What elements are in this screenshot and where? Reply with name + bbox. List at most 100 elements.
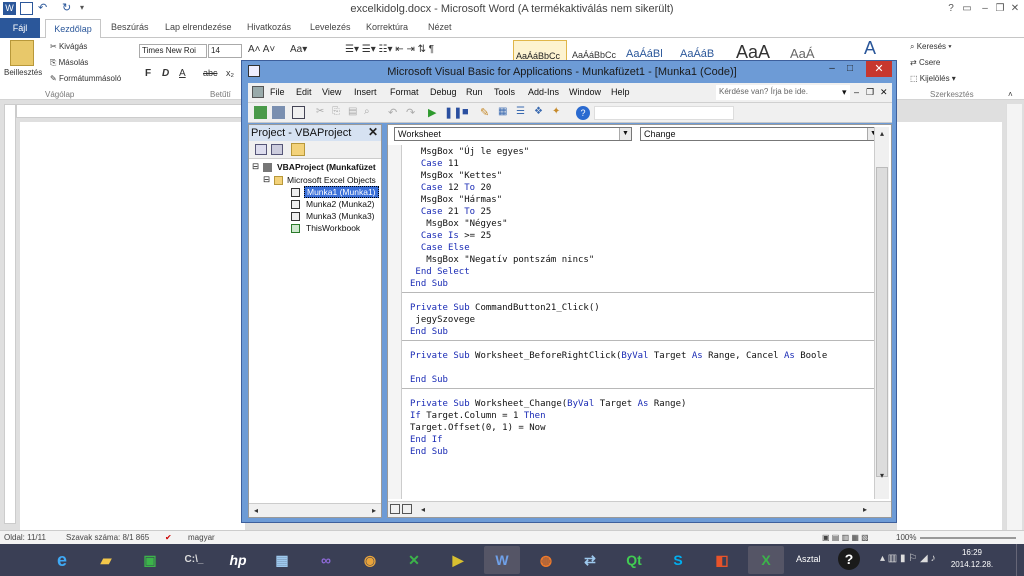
xamarin-icon[interactable]: ✕ — [396, 546, 432, 574]
undo-icon[interactable]: ↶ — [388, 106, 401, 119]
code-line[interactable]: MsgBox "Négyes" — [410, 219, 507, 231]
object-combo[interactable]: Worksheet ▼ — [394, 127, 632, 141]
font-size-combo[interactable]: 14 — [208, 44, 242, 58]
vba-minimize-button[interactable]: – — [824, 63, 840, 74]
code-line[interactable]: Private Sub Worksheet_BeforeRightClick(B… — [410, 351, 827, 363]
code-minimize-button[interactable]: – — [854, 87, 859, 97]
tab-mailings[interactable]: Levelezés — [310, 22, 351, 32]
explorer-icon[interactable]: ▰ — [88, 546, 124, 574]
replace-button[interactable]: ⇄ Csere — [910, 58, 940, 67]
view-excel-icon[interactable] — [254, 106, 267, 119]
media-icon[interactable]: ▶ — [440, 546, 476, 574]
vba-maximize-button[interactable]: □ — [842, 63, 858, 74]
toggle-folders-icon[interactable] — [291, 143, 305, 156]
tree-vbaproject[interactable]: VBAProject (Munkafüzet — [277, 162, 376, 172]
word-vertical-scrollbar[interactable] — [1006, 104, 1022, 530]
toolbox-icon[interactable]: ✦ — [552, 106, 565, 119]
document-page[interactable] — [20, 122, 245, 532]
code-line[interactable]: MsgBox "Új le egyes" — [410, 147, 529, 159]
tree-item-munka1[interactable]: Munka1 (Munka1) — [304, 186, 379, 198]
run-icon[interactable]: ▶ — [428, 106, 441, 119]
font-name-combo[interactable]: Times New Roi — [139, 44, 207, 58]
zoom-slider[interactable] — [920, 537, 1016, 539]
code-line[interactable]: MsgBox "Kettes" — [410, 171, 502, 183]
skype-icon[interactable]: S — [660, 546, 696, 574]
cut-icon[interactable]: ✂ — [316, 106, 329, 119]
subscript-icon[interactable]: x₂ — [226, 68, 234, 78]
help-icon[interactable]: ? — [576, 106, 590, 120]
view-code-icon[interactable] — [255, 144, 267, 155]
tab-review[interactable]: Korrektúra — [366, 22, 408, 32]
reset-icon[interactable]: ■ — [462, 106, 475, 119]
network-icon[interactable]: ⇄ — [572, 546, 608, 574]
menu-debug[interactable]: Debug — [430, 87, 457, 97]
show-desktop-button[interactable] — [1016, 544, 1024, 576]
zoom-level[interactable]: 100% — [896, 533, 916, 542]
properties-icon[interactable]: ☰ — [516, 106, 529, 119]
tab-view[interactable]: Nézet — [428, 22, 452, 32]
find-button[interactable]: ⌕ Keresés ▾ — [910, 42, 952, 52]
style-subtitle[interactable]: AaÁ — [790, 46, 815, 61]
tree-item-thisworkbook[interactable]: ThisWorkbook — [306, 223, 360, 233]
design-mode-icon[interactable]: ✎ — [480, 106, 493, 119]
view-buttons[interactable]: ▣ ▤ ▥ ▦ ▧ — [822, 533, 869, 542]
code-line[interactable]: Case Else — [410, 243, 470, 255]
redo-icon[interactable]: ↷ — [406, 106, 419, 119]
language-indicator[interactable]: magyar — [188, 533, 215, 542]
code-line[interactable]: End Sub — [410, 447, 448, 459]
close-button[interactable]: ✕ — [1006, 2, 1024, 15]
proofing-icon[interactable]: ✔ — [165, 533, 172, 542]
collapse-ribbon-icon[interactable]: ˄ — [1008, 90, 1013, 99]
code-line[interactable]: Private Sub Worksheet_Change(ByVal Targe… — [410, 399, 686, 411]
code-line[interactable]: jegySzovege — [410, 315, 475, 327]
ribbon-display-icon[interactable]: ▭ — [958, 2, 976, 15]
code-window-icon[interactable] — [252, 86, 264, 98]
change-case-icon[interactable]: Aa▾ — [290, 44, 307, 55]
clock-time[interactable]: 16:29 — [952, 548, 992, 557]
code-line[interactable]: Case Is >= 25 — [410, 231, 491, 243]
menu-run[interactable]: Run — [466, 87, 483, 97]
select-button[interactable]: ⬚ Kijelölés ▾ — [910, 74, 956, 83]
qt-icon[interactable]: Qt — [616, 546, 652, 574]
code-line[interactable]: Case 11 — [410, 159, 459, 171]
tab-home[interactable]: Kezdőlap — [45, 19, 101, 39]
word-count[interactable]: Szavak száma: 8/1 865 — [66, 533, 149, 542]
scroll-down-arrow-icon[interactable]: ▾ — [875, 471, 889, 480]
view-object-icon[interactable] — [271, 144, 283, 155]
page-count[interactable]: Oldal: 11/11 — [4, 533, 46, 542]
save-icon[interactable] — [292, 106, 305, 119]
paste-button[interactable]: Beillesztés — [4, 68, 42, 77]
bullets-icon[interactable]: ☰▾ ☰▾ ☷▾ ⇤ ⇥ ⇅ ¶ — [345, 44, 434, 55]
store-icon[interactable]: ▣ — [132, 546, 168, 574]
clock-date[interactable]: 2014.12.28. — [948, 560, 996, 569]
change-styles-icon[interactable]: A — [864, 38, 876, 59]
strikethrough-icon[interactable]: abc — [203, 68, 218, 78]
ie-icon[interactable]: e — [44, 546, 80, 574]
menu-add-ins[interactable]: Add-Ins — [528, 87, 559, 97]
tray-icons[interactable]: ▴ ▥ ▮ ⚐ ◢ ♪ — [880, 553, 936, 564]
code-scroll-thumb[interactable] — [876, 167, 888, 477]
code-line[interactable]: Private Sub CommandButton21_Click() — [410, 303, 600, 315]
code-editor[interactable]: MsgBox "Új le egyes" Case 11 MsgBox "Ket… — [388, 145, 891, 499]
code-line[interactable]: If Target.Column = 1 Then — [410, 411, 546, 423]
code-line[interactable]: End Sub — [410, 327, 448, 339]
help-dropdown-icon[interactable]: ▾ — [842, 87, 847, 98]
help-search-input[interactable]: Kérdése van? Írja be ide. — [716, 85, 850, 100]
chevron-down-icon[interactable]: ▼ — [619, 128, 631, 140]
code-line[interactable]: Target.Offset(0, 1) = Now — [410, 423, 546, 435]
menu-insert[interactable]: Insert — [354, 87, 377, 97]
project-horizontal-scrollbar[interactable]: ◂ ▸ — [249, 503, 381, 517]
code-margin[interactable] — [388, 145, 402, 499]
copy-button[interactable]: ⎘ Másolás — [50, 58, 88, 68]
menu-tools[interactable]: Tools — [494, 87, 515, 97]
code-close-button[interactable]: ✕ — [880, 87, 888, 98]
code-line[interactable]: End Sub — [410, 375, 448, 387]
menu-edit[interactable]: Edit — [296, 87, 312, 97]
tree-excel-objects[interactable]: Microsoft Excel Objects — [287, 175, 376, 185]
code-line[interactable]: Case 12 To 20 — [410, 183, 491, 195]
tree-item-munka3[interactable]: Munka3 (Munka3) — [306, 211, 375, 221]
start-button[interactable] — [2, 546, 38, 574]
code-line[interactable]: End Select — [410, 267, 469, 279]
break-icon[interactable]: ❚❚ — [444, 106, 462, 119]
word-icon[interactable]: W — [484, 546, 520, 574]
